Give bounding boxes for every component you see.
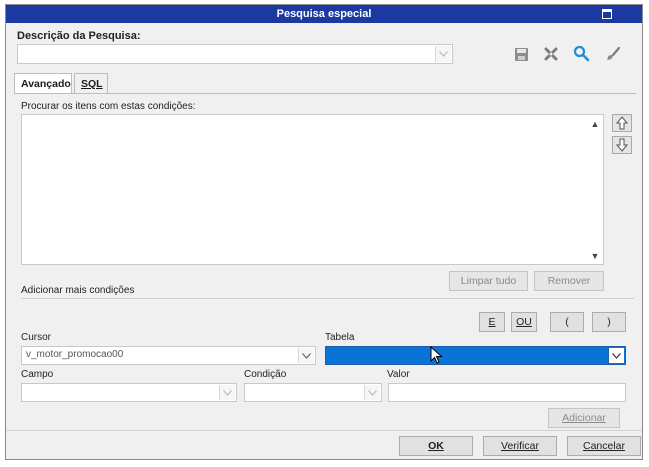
description-label: Descrição da Pesquisa: [17, 30, 141, 42]
campo-label: Campo [21, 369, 54, 380]
or-button[interactable]: OU [511, 312, 537, 332]
verify-button[interactable]: Verificar [483, 436, 557, 456]
chevron-down-icon[interactable] [298, 348, 314, 363]
arrow-down-icon [616, 138, 628, 152]
divider [21, 298, 634, 299]
valor-input[interactable] [388, 383, 626, 402]
ok-label: OK [428, 440, 444, 452]
move-up-button[interactable] [612, 114, 632, 132]
move-down-button[interactable] [612, 136, 632, 154]
cursor-value: v_motor_promocao00 [26, 349, 124, 360]
or-label: OU [516, 316, 532, 328]
campo-combo[interactable] [21, 383, 237, 402]
title-bar: Pesquisa especial [6, 5, 642, 23]
add-condition-label: Adicionar [562, 412, 606, 424]
conditions-label: Procurar os itens com estas condições: [21, 101, 196, 112]
tab-avancado-label: Avançado [21, 78, 71, 90]
clear-all-label: Limpar tudo [460, 275, 517, 287]
close-paren-button[interactable]: ) [592, 312, 626, 332]
save-icon[interactable] [512, 45, 530, 63]
remove-label: Remover [547, 275, 591, 287]
mouse-pointer-icon [430, 346, 443, 364]
arrow-up-icon [616, 116, 628, 130]
window-title: Pesquisa especial [276, 8, 372, 20]
chevron-down-icon[interactable] [219, 385, 235, 400]
add-more-label: Adicionar mais condições [21, 285, 135, 296]
chevron-down-icon[interactable] [435, 46, 451, 62]
cursor-label: Cursor [21, 332, 52, 343]
description-combo[interactable] [17, 44, 453, 64]
valor-label: Valor [387, 369, 410, 380]
tab-sql-label: SQL [81, 78, 103, 90]
ok-button[interactable]: OK [399, 436, 473, 456]
tab-panel-avancado: Procurar os itens com estas condições: ▲… [14, 93, 636, 428]
open-paren-label: ( [565, 316, 569, 328]
verify-label: Verificar [501, 440, 539, 452]
chevron-down-icon[interactable] [364, 385, 380, 400]
brush-icon[interactable] [604, 45, 622, 63]
condicao-label: Condição [244, 369, 287, 380]
scroll-up-icon[interactable]: ▲ [590, 119, 600, 129]
search-icon[interactable] [572, 44, 590, 62]
tab-sql[interactable]: SQL [74, 73, 108, 93]
clear-all-button[interactable]: Limpar tudo [449, 271, 528, 291]
remove-button[interactable]: Remover [534, 271, 604, 291]
cancel-button[interactable]: Cancelar [567, 436, 641, 456]
and-button[interactable]: E [479, 312, 505, 332]
tabela-label: Tabela [325, 332, 355, 343]
footer-divider [6, 430, 642, 431]
tab-avancado[interactable]: Avançado [14, 73, 72, 93]
open-paren-button[interactable]: ( [550, 312, 584, 332]
maximize-icon[interactable] [602, 9, 612, 19]
and-label: E [488, 316, 496, 328]
add-condition-button[interactable]: Adicionar [548, 408, 620, 428]
condicao-combo[interactable] [244, 383, 382, 402]
conditions-list[interactable]: ▲ ▼ [21, 114, 604, 265]
close-paren-label: ) [607, 316, 611, 328]
clear-icon[interactable] [542, 45, 560, 63]
tabela-combo[interactable] [325, 346, 626, 365]
dialog-window: Pesquisa especial Descrição da Pesquisa: [5, 4, 643, 460]
chevron-down-icon[interactable] [608, 348, 624, 363]
cancel-label: Cancelar [582, 440, 626, 452]
cursor-combo[interactable]: v_motor_promocao00 [21, 346, 316, 365]
scroll-down-icon[interactable]: ▼ [590, 251, 600, 261]
